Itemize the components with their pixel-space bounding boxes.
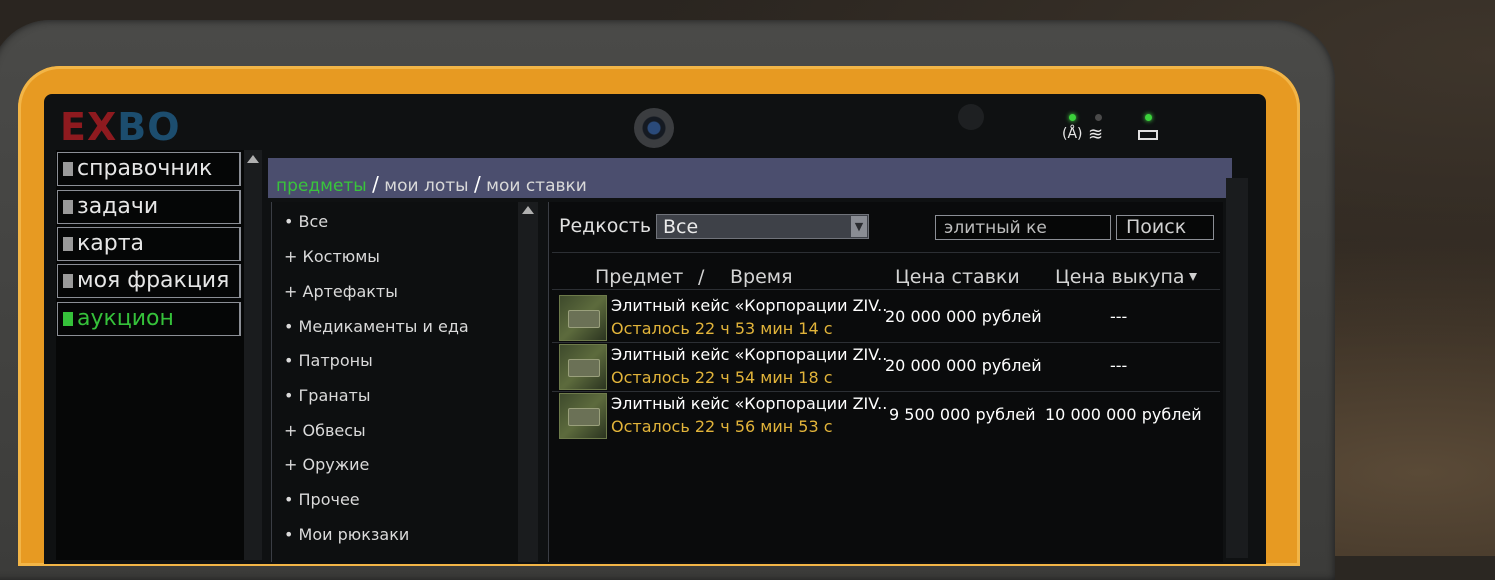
tab-items[interactable]: предметы xyxy=(276,176,367,196)
header-bid[interactable]: Цена ставки xyxy=(895,266,1020,288)
led-icon xyxy=(1095,114,1102,121)
item-bid: 20 000 000 рублей xyxy=(885,307,1042,326)
item-name: Элитный кейс «Корпорации ZIV.. xyxy=(611,296,888,315)
item-time-left: Осталось 22 ч 53 мин 14 с xyxy=(611,319,833,338)
sidebar-item-reference[interactable]: справочник xyxy=(57,152,241,186)
document-icon xyxy=(63,274,73,288)
sidebar: справочник задачи карта моя фракция аукц… xyxy=(56,150,244,560)
scroll-up-icon[interactable] xyxy=(247,155,259,163)
scroll-up-icon[interactable] xyxy=(522,206,534,214)
tab-separator: / xyxy=(372,172,379,196)
sidebar-item-label: моя фракция xyxy=(77,268,230,293)
category-item[interactable]: + Оружие xyxy=(284,455,369,474)
header-separator: / xyxy=(698,266,705,288)
search-button[interactable]: Поиск xyxy=(1116,215,1214,240)
divider xyxy=(552,289,1220,290)
header-buyout[interactable]: Цена выкупа xyxy=(1055,266,1197,288)
category-list: • Все + Костюмы + Артефакты • Медикамент… xyxy=(271,202,518,562)
sensor-icon xyxy=(958,104,984,130)
wifi-icon: ≋ xyxy=(1088,124,1104,145)
item-buyout: 10 000 000 рублей xyxy=(1045,405,1202,424)
tab-my-lots[interactable]: мои лоты xyxy=(384,176,468,196)
sidebar-item-map[interactable]: карта xyxy=(57,227,241,261)
sort-down-icon xyxy=(1188,273,1197,281)
table-row[interactable]: Элитный кейс «Корпорации ZIV.. Осталось … xyxy=(556,342,1220,390)
chevron-down-icon[interactable]: ▼ xyxy=(851,216,867,237)
table-row[interactable]: Элитный кейс «Корпорации ZIV.. Осталось … xyxy=(556,391,1220,439)
sidebar-item-tasks[interactable]: задачи xyxy=(57,190,241,224)
sidebar-item-label: справочник xyxy=(77,156,213,181)
item-bid: 20 000 000 рублей xyxy=(885,356,1042,375)
divider xyxy=(552,252,1220,253)
case-item-icon xyxy=(559,393,607,439)
item-name: Элитный кейс «Корпорации ZIV.. xyxy=(611,394,888,413)
header-buyout-label: Цена выкупа xyxy=(1055,266,1185,288)
case-item-icon xyxy=(559,344,607,390)
sidebar-item-auction[interactable]: аукцион xyxy=(57,302,241,336)
sidebar-item-label: аукцион xyxy=(77,306,174,331)
category-item[interactable]: • Патроны xyxy=(284,351,373,370)
tab-bar: предметы / мои лоты / мои ставки xyxy=(268,158,1232,198)
header-time[interactable]: Время xyxy=(730,266,793,288)
category-item[interactable]: + Обвесы xyxy=(284,421,366,440)
category-item[interactable]: • Медикаменты и еда xyxy=(284,317,469,336)
sidebar-item-label: карта xyxy=(77,231,145,256)
category-item[interactable]: + Костюмы xyxy=(284,247,380,266)
category-item[interactable]: • Все xyxy=(284,212,328,231)
tab-my-bids[interactable]: мои ставки xyxy=(486,176,587,196)
document-icon xyxy=(63,237,73,251)
rarity-select[interactable]: Все ▼ xyxy=(656,214,869,239)
item-time-left: Осталось 22 ч 56 мин 53 с xyxy=(611,417,833,436)
document-icon xyxy=(63,312,73,326)
item-buyout: --- xyxy=(1110,356,1128,375)
rarity-value: Все xyxy=(663,216,699,238)
search-input[interactable]: элитный ке xyxy=(935,215,1111,240)
tab-separator: / xyxy=(473,172,481,196)
category-item[interactable]: • Гранаты xyxy=(284,386,370,405)
camera-icon xyxy=(634,108,674,148)
battery-icon xyxy=(1138,130,1158,140)
listing-scrollbar[interactable] xyxy=(1226,178,1248,558)
document-icon xyxy=(63,200,73,214)
category-item[interactable]: • Прочее xyxy=(284,490,360,509)
exbo-logo: EXBO xyxy=(60,103,181,151)
signal-icon: (Å) xyxy=(1062,126,1083,142)
rarity-label: Редкость xyxy=(559,215,652,237)
item-buyout: --- xyxy=(1110,307,1128,326)
document-icon xyxy=(63,162,73,176)
sidebar-item-label: задачи xyxy=(77,194,159,219)
category-item[interactable]: + Артефакты xyxy=(284,282,398,301)
category-scrollbar[interactable] xyxy=(518,202,538,562)
tabs: предметы / мои лоты / мои ставки xyxy=(276,172,587,196)
led-icon xyxy=(1145,114,1152,121)
logo-part-1: EX xyxy=(60,105,118,149)
category-item[interactable]: • Мои рюкзаки xyxy=(284,525,409,544)
case-item-icon xyxy=(559,295,607,341)
item-time-left: Осталось 22 ч 54 мин 18 с xyxy=(611,368,833,387)
logo-part-2: BO xyxy=(117,105,181,149)
sidebar-item-faction[interactable]: моя фракция xyxy=(57,264,241,298)
table-row[interactable]: Элитный кейс «Корпорации ZIV.. Осталось … xyxy=(556,293,1220,341)
led-icon xyxy=(1069,114,1076,121)
header-item[interactable]: Предмет xyxy=(595,266,683,288)
sidebar-scrollbar[interactable] xyxy=(244,150,262,560)
item-name: Элитный кейс «Корпорации ZIV.. xyxy=(611,345,888,364)
item-bid: 9 500 000 рублей xyxy=(889,405,1036,424)
